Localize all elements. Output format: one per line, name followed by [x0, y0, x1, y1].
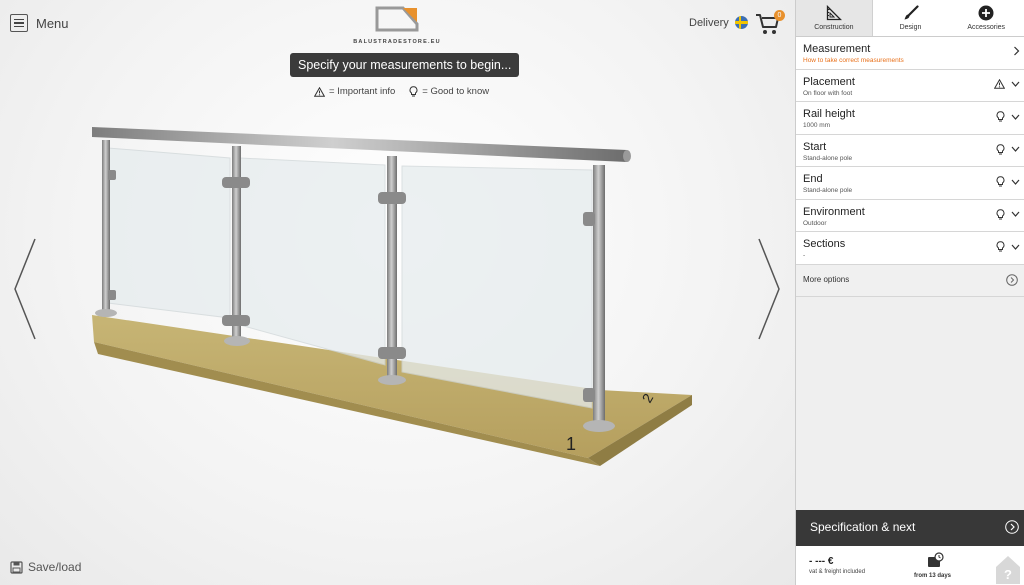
menu-item-title: Measurement — [803, 43, 871, 55]
menu-item-title: Environment — [803, 205, 865, 218]
menu-item-sections[interactable]: Sections - — [796, 232, 1024, 265]
menu-item-title: Rail height — [803, 108, 855, 120]
help-house-icon[interactable]: ? — [995, 554, 1021, 584]
pole — [232, 146, 241, 338]
chevron-down-icon — [1011, 179, 1020, 185]
delivery-time-icon — [928, 552, 944, 567]
menu-item-title: Start — [803, 140, 827, 153]
chevron-left-icon — [14, 238, 36, 340]
menu-button[interactable]: Menu — [10, 14, 69, 32]
save-load-label: Save/load — [28, 560, 82, 574]
pole — [387, 156, 397, 378]
floppy-disk-icon — [10, 560, 23, 574]
3d-viewport[interactable]: Menu BALUSTRADESTORE.EU Delivery 0 Speci… — [0, 0, 795, 585]
glass-panel — [401, 165, 593, 409]
tab-design-label: Design — [899, 24, 922, 31]
circle-arrow-right-icon — [1005, 520, 1019, 534]
pole — [593, 165, 605, 423]
instruction-tooltip: Specify your measurements to begin... — [290, 53, 520, 77]
pole — [102, 140, 110, 310]
delivery-label: Delivery — [689, 16, 729, 29]
chevron-down-icon — [1011, 114, 1020, 120]
menu-item-placement[interactable]: Placement On floor with foot — [796, 70, 1024, 102]
save-load-button[interactable]: Save/load — [10, 560, 81, 574]
chevron-down-icon — [1011, 81, 1020, 87]
menu-item-value: Stand-alone pole — [803, 154, 853, 162]
delivery-selector[interactable]: Delivery — [689, 16, 748, 29]
warning-icon — [314, 86, 325, 97]
tab-construction[interactable]: Construction — [796, 0, 873, 36]
menu-item-value: Stand-alone pole — [803, 187, 853, 194]
cart-button[interactable]: 0 — [755, 10, 785, 38]
tab-accessories[interactable]: Accessories — [948, 0, 1024, 36]
ruler-triangle-icon — [826, 5, 842, 21]
legend-important-label: = Important info — [329, 86, 396, 97]
logo-text: BALUSTRADESTORE.EU — [353, 39, 441, 45]
menu-item-title: End — [803, 173, 823, 185]
tab-construction-label: Construction — [814, 24, 854, 31]
price-note: vat & freight included — [809, 569, 866, 575]
warning-icon[interactable] — [994, 78, 1005, 89]
lightbulb-icon[interactable] — [996, 143, 1005, 155]
section-label: 1 — [566, 434, 576, 454]
logo[interactable]: BALUSTRADESTORE.EU — [352, 6, 442, 45]
menu-item-title: Sections — [803, 238, 846, 250]
lightbulb-icon[interactable] — [996, 241, 1005, 252]
chevron-right-icon — [1014, 46, 1020, 56]
more-options-button[interactable]: More options — [796, 264, 1024, 297]
circle-arrow-right-icon — [1006, 273, 1018, 286]
glass-panel — [107, 147, 231, 319]
legend-good-label: = Good to know — [422, 86, 490, 97]
price-summary: - --- € vat & freight included from 13 d… — [796, 546, 1024, 585]
menu-item-environment[interactable]: Environment Outdoor — [796, 200, 1024, 232]
glass-panel — [239, 157, 386, 366]
menu-item-value: Outdoor — [803, 219, 827, 227]
plus-circle-icon — [978, 5, 994, 21]
cart-count-badge: 0 — [774, 10, 785, 21]
chevron-right-icon — [758, 238, 780, 340]
more-options-label: More options — [803, 274, 850, 284]
hamburger-icon — [10, 14, 28, 32]
option-list: Measurement How to take correct measurem… — [796, 37, 1024, 265]
chevron-down-icon — [1011, 211, 1020, 217]
menu-item-rail-height[interactable]: Rail height 1000 mm — [796, 102, 1024, 135]
chevron-down-icon — [1011, 244, 1020, 250]
menu-item-measurement[interactable]: Measurement How to take correct measurem… — [796, 37, 1024, 70]
menu-item-value: 1000 mm — [803, 122, 831, 129]
previous-view-button[interactable] — [13, 237, 37, 346]
icon-legend: = Important info = Good to know — [314, 86, 489, 97]
lightbulb-icon[interactable] — [996, 111, 1005, 122]
sweden-flag-icon — [734, 16, 748, 29]
lead-time: from 13 days — [914, 573, 952, 579]
specification-label: Specification & next — [810, 520, 916, 534]
menu-item-value: On floor with foot — [803, 89, 853, 97]
next-view-button[interactable] — [757, 237, 781, 346]
svg-text:?: ? — [1004, 567, 1012, 582]
configuration-panel: Construction Design Accessories Measurem… — [795, 0, 1024, 585]
lightbulb-icon[interactable] — [996, 176, 1005, 187]
menu-item-start[interactable]: Start Stand-alone pole — [796, 135, 1024, 167]
lightbulb-icon — [409, 86, 418, 97]
menu-item-value: - — [803, 252, 806, 259]
measurement-help-link[interactable]: How to take correct measurements — [803, 57, 1024, 64]
panel-tabs: Construction Design Accessories — [796, 0, 1024, 37]
total-price: - --- € — [809, 556, 834, 567]
balustrade-model[interactable]: 1 2 — [80, 110, 710, 470]
menu-label: Menu — [36, 15, 69, 31]
menu-item-end[interactable]: End Stand-alone pole — [796, 167, 1024, 200]
brush-icon — [904, 5, 919, 20]
tab-accessories-label: Accessories — [967, 24, 1006, 31]
specification-next-button[interactable]: Specification & next — [796, 510, 1024, 546]
tab-design[interactable]: Design — [873, 0, 949, 36]
lightbulb-icon[interactable] — [996, 208, 1005, 220]
menu-item-title: Placement — [803, 75, 855, 88]
chevron-down-icon — [1011, 146, 1020, 152]
logo-icon — [375, 6, 419, 32]
